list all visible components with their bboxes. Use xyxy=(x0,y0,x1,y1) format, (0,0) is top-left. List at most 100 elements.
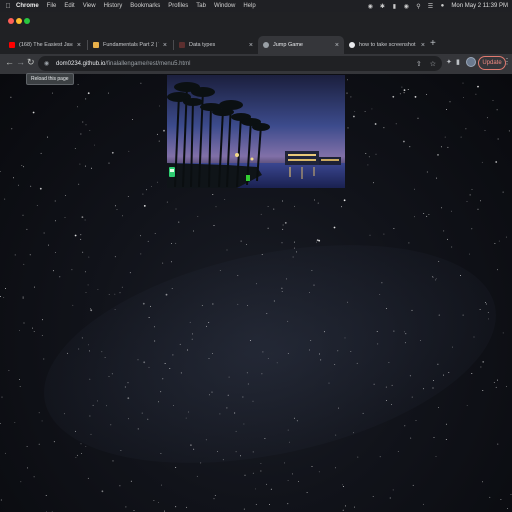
star xyxy=(219,413,221,415)
star xyxy=(446,109,447,111)
jump-game-canvas[interactable] xyxy=(167,75,345,188)
forward-arrow-icon[interactable]: → xyxy=(16,57,25,67)
star xyxy=(471,189,473,191)
close-icon[interactable]: × xyxy=(249,42,253,49)
record-icon[interactable]: ◉ xyxy=(367,3,373,10)
menu-tab[interactable]: Tab xyxy=(196,3,206,9)
menubar-clock[interactable]: Mon May 2 11:39 PM xyxy=(451,3,508,9)
tab-jump-game[interactable]: Jump Game × xyxy=(258,36,344,54)
star xyxy=(346,92,348,94)
star xyxy=(372,496,374,498)
battery-icon[interactable]: ▮ xyxy=(391,3,397,10)
star xyxy=(175,506,177,508)
star xyxy=(449,101,451,103)
menu-history[interactable]: History xyxy=(104,3,123,9)
close-icon[interactable]: × xyxy=(335,42,339,49)
star xyxy=(267,206,269,207)
star xyxy=(41,335,43,336)
fullscreen-window-icon[interactable] xyxy=(24,18,30,24)
reload-icon[interactable]: ↻ xyxy=(27,57,35,68)
star xyxy=(266,483,268,485)
star xyxy=(33,286,35,288)
close-window-icon[interactable] xyxy=(8,18,14,24)
star xyxy=(481,161,483,163)
lock-icon[interactable]: ◉ xyxy=(44,60,52,67)
bluetooth-icon[interactable]: ✱ xyxy=(379,3,385,10)
star xyxy=(298,480,299,482)
star xyxy=(281,242,283,244)
tab-data-types[interactable]: Data types × xyxy=(174,36,258,54)
macos-menu-bar:  Chrome File Edit View History Bookmark… xyxy=(0,0,512,12)
star xyxy=(296,251,297,253)
star xyxy=(77,84,79,85)
tab-fundamentals[interactable]: Fundamentals Part 2 | The Gri × xyxy=(88,36,172,54)
star xyxy=(261,253,263,255)
apple-icon[interactable]:  xyxy=(0,3,16,10)
update-button[interactable]: Update xyxy=(478,56,506,70)
star xyxy=(108,375,110,377)
close-icon[interactable]: × xyxy=(77,42,81,49)
menu-window[interactable]: Window xyxy=(214,3,235,9)
star xyxy=(463,96,464,98)
star xyxy=(88,256,90,258)
star xyxy=(252,451,254,453)
tab-youtube[interactable]: (168) The Easiest Javascript G × xyxy=(4,36,86,54)
back-arrow-icon[interactable]: ← xyxy=(5,57,14,67)
star xyxy=(374,123,377,125)
star xyxy=(306,492,308,493)
star xyxy=(493,382,495,384)
star xyxy=(84,165,86,167)
star xyxy=(445,423,447,425)
star xyxy=(166,201,168,203)
star xyxy=(333,226,336,229)
menu-bookmarks[interactable]: Bookmarks xyxy=(130,3,160,9)
star xyxy=(14,422,16,424)
menu-view[interactable]: View xyxy=(83,3,96,9)
siri-icon[interactable]: ● xyxy=(439,3,445,9)
star xyxy=(249,340,251,341)
control-center-icon[interactable]: ☰ xyxy=(427,3,433,10)
star xyxy=(438,261,440,263)
star xyxy=(354,110,356,112)
close-icon[interactable]: × xyxy=(421,42,425,49)
share-icon[interactable]: ⇧ xyxy=(416,60,422,68)
star xyxy=(128,150,130,152)
star xyxy=(215,206,217,208)
menu-edit[interactable]: Edit xyxy=(64,3,74,9)
menu-chrome[interactable]: Chrome xyxy=(16,3,39,9)
star xyxy=(293,247,295,249)
star xyxy=(213,498,215,500)
bookmark-star-icon[interactable]: ☆ xyxy=(430,60,436,68)
wifi-icon[interactable]: ◉ xyxy=(403,3,409,10)
star xyxy=(219,270,221,271)
star xyxy=(213,225,215,226)
star xyxy=(282,228,284,230)
star xyxy=(266,313,268,315)
minimize-window-icon[interactable] xyxy=(16,18,22,24)
star xyxy=(344,337,346,339)
star xyxy=(47,136,49,138)
close-icon[interactable]: × xyxy=(163,42,167,49)
star xyxy=(247,304,249,306)
star xyxy=(175,242,177,244)
star xyxy=(26,446,28,448)
extensions-puzzle-icon[interactable]: ✦ xyxy=(446,58,452,66)
side-panel-icon[interactable]: ▮ xyxy=(456,58,460,66)
more-menu-icon[interactable]: ⋮ xyxy=(503,57,511,66)
star xyxy=(391,404,392,405)
menu-file[interactable]: File xyxy=(47,3,57,9)
star xyxy=(162,378,164,380)
avatar[interactable] xyxy=(466,57,476,67)
star xyxy=(120,449,122,451)
star xyxy=(437,363,439,365)
menu-profiles[interactable]: Profiles xyxy=(168,3,188,9)
address-bar[interactable]: ◉ dom0234.github.io /finalallengame/rest… xyxy=(38,56,442,71)
new-tab-icon[interactable]: + xyxy=(430,38,436,49)
star xyxy=(160,484,162,486)
star xyxy=(311,270,313,272)
tab-screenshot-search[interactable]: how to take screenshot mac × xyxy=(344,36,430,54)
star xyxy=(0,499,2,501)
star xyxy=(287,352,289,354)
menu-help[interactable]: Help xyxy=(243,3,255,9)
search-icon[interactable]: ⚲ xyxy=(415,3,421,10)
